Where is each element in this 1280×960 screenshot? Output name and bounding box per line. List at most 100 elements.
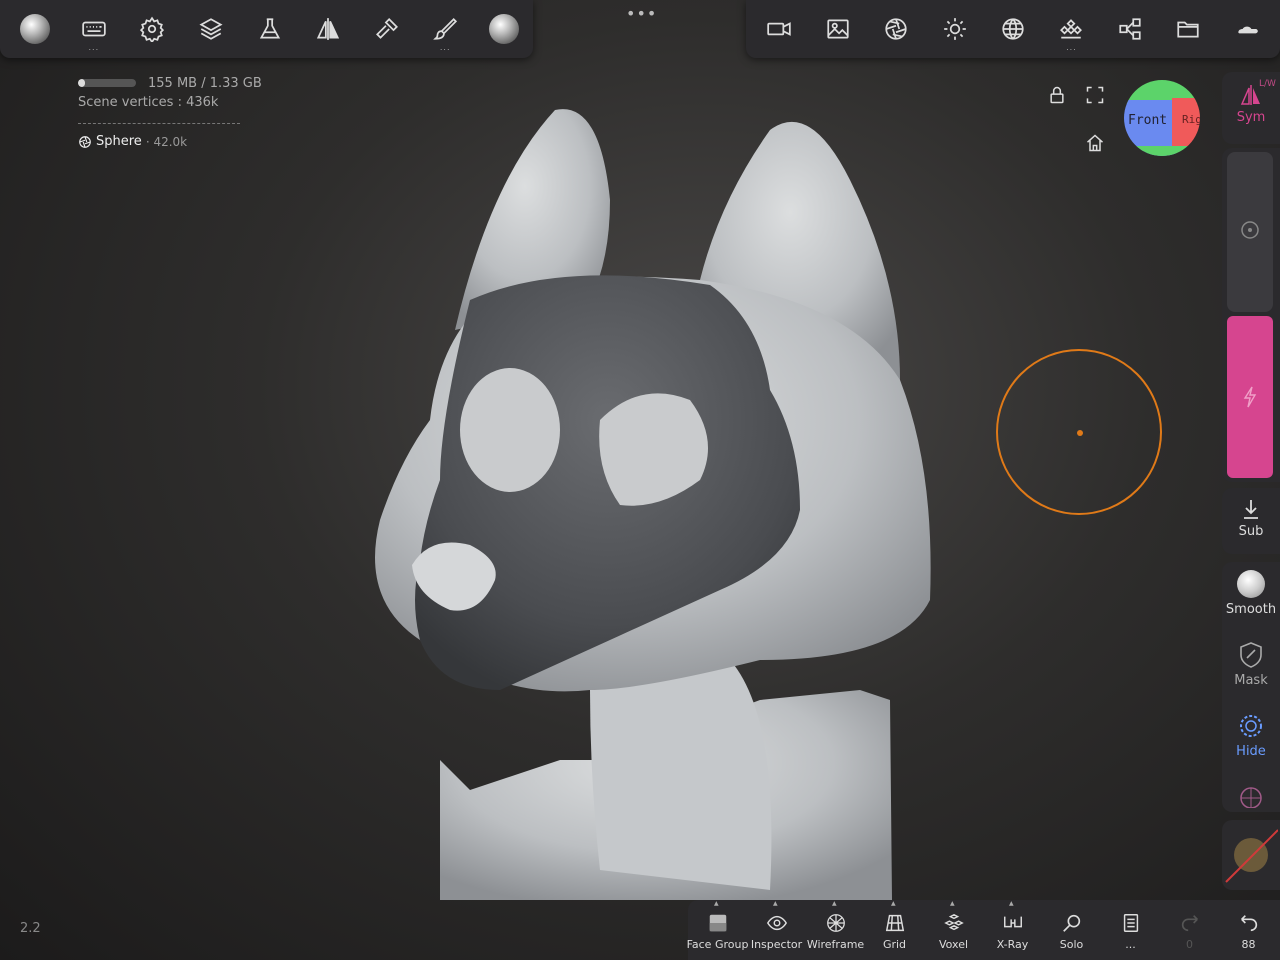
- inspector-button[interactable]: ▲ Inspector: [747, 900, 806, 960]
- lw-label[interactable]: L/W: [1259, 79, 1276, 89]
- memory-bar-fill: [78, 79, 85, 87]
- lightning-icon: [1243, 386, 1257, 408]
- grid-label: Grid: [882, 938, 907, 951]
- wireframe-button[interactable]: ▲ Wireframe: [806, 900, 865, 960]
- gizmo-bottom-face[interactable]: [1124, 146, 1200, 156]
- object-vertex-count: · 42.0k: [145, 134, 188, 149]
- next-tool-button[interactable]: [1222, 784, 1280, 808]
- intensity-slider[interactable]: [1227, 316, 1273, 478]
- bottom-toolbar: ▲ Face Group ▲ Inspector ▲ Wireframe ▲ G…: [686, 900, 1280, 960]
- voxel-button[interactable]: ▲ Voxel: [924, 900, 983, 960]
- flask-icon[interactable]: [240, 0, 299, 58]
- shield-icon: [1240, 642, 1262, 668]
- wireframe-label: Wireframe: [806, 938, 865, 951]
- separator: [78, 123, 240, 124]
- keyboard-icon[interactable]: ...: [65, 0, 124, 58]
- sculpt-model: [375, 109, 931, 900]
- hammer-icon[interactable]: [357, 0, 416, 58]
- smooth-label: Smooth: [1225, 602, 1277, 617]
- undo-button[interactable]: 88: [1219, 900, 1278, 960]
- mask-label: Mask: [1234, 673, 1268, 688]
- sub-label: Sub: [1238, 524, 1264, 539]
- mask-button[interactable]: Mask: [1222, 641, 1280, 688]
- redo-button[interactable]: 0: [1160, 900, 1219, 960]
- stack-icon[interactable]: ...: [1042, 0, 1100, 58]
- radius-icon: [1241, 221, 1259, 239]
- scene-vertices-value: 436k: [186, 95, 219, 110]
- memory-bar: [78, 79, 136, 87]
- symmetry-icon[interactable]: [299, 0, 358, 58]
- tool-preview-icon: [1240, 787, 1262, 808]
- radius-slider[interactable]: [1227, 152, 1273, 312]
- layers-icon[interactable]: [182, 0, 241, 58]
- face-group-icon: [709, 914, 726, 932]
- voxel-label: Voxel: [938, 938, 969, 951]
- glasses-icon: [1003, 916, 1022, 928]
- redo-count: 0: [1186, 938, 1193, 951]
- scene-vertices-label: Scene vertices :: [78, 95, 182, 110]
- lock-icon[interactable]: [1047, 85, 1067, 105]
- sym-button[interactable]: Sym: [1222, 84, 1280, 125]
- more-button[interactable]: ...: [1101, 900, 1160, 960]
- grid-icon: [885, 914, 904, 932]
- home-icon[interactable]: [1085, 133, 1105, 153]
- more-dots: ...: [439, 43, 451, 52]
- object-row[interactable]: Sphere · 42.0k: [78, 134, 262, 149]
- image-icon[interactable]: [808, 0, 866, 58]
- top-right-toolbar: ...: [746, 0, 1280, 58]
- fullscreen-icon[interactable]: [1085, 85, 1105, 105]
- gear-icon[interactable]: [123, 0, 182, 58]
- more-dots: ...: [88, 43, 100, 52]
- redo-icon: [1181, 915, 1198, 932]
- material-preview-icon: [1225, 829, 1278, 883]
- gizmo-front-label: Front: [1128, 113, 1168, 128]
- wireframe-icon: [826, 914, 845, 932]
- gizmo-right-label: Righ: [1182, 113, 1200, 126]
- camera-icon[interactable]: [750, 0, 808, 58]
- sculpt-tools-icon[interactable]: [6, 0, 65, 58]
- voxel-icon: [943, 913, 964, 931]
- solo-label: Solo: [1059, 938, 1084, 951]
- aperture-icon[interactable]: [867, 0, 925, 58]
- book-icon: [1123, 914, 1138, 932]
- more-dots: ...: [1066, 43, 1077, 52]
- globe-icon[interactable]: [984, 0, 1042, 58]
- magnifier-icon: [1062, 914, 1080, 932]
- material-sphere-icon[interactable]: [475, 0, 534, 58]
- smooth-brush-icon: [1237, 570, 1265, 598]
- xray-button[interactable]: ▲ X-Ray: [983, 900, 1042, 960]
- folder-icon[interactable]: [1159, 0, 1217, 58]
- scene-info: 155 MB / 1.33 GB Scene vertices : 436k S…: [78, 74, 262, 149]
- memory-row: 155 MB / 1.33 GB: [78, 74, 262, 92]
- smooth-button[interactable]: Smooth: [1222, 570, 1280, 617]
- paint-brush-icon[interactable]: ...: [416, 0, 475, 58]
- face-group-label: Face Group: [686, 938, 749, 951]
- hide-icon: [1240, 715, 1262, 737]
- grid-button[interactable]: ▲ Grid: [865, 900, 924, 960]
- object-name: Sphere: [96, 134, 142, 149]
- eye-icon: [766, 915, 787, 931]
- share-nodes-icon[interactable]: [1101, 0, 1159, 58]
- sun-icon[interactable]: [925, 0, 983, 58]
- top-left-toolbar: ... ...: [0, 0, 533, 58]
- xray-label: X-Ray: [996, 938, 1029, 951]
- cloud-icon[interactable]: [1218, 0, 1276, 58]
- inspector-label: Inspector: [750, 938, 803, 951]
- scene-vertices: Scene vertices : 436k: [78, 95, 262, 110]
- hide-button[interactable]: Hide: [1222, 712, 1280, 759]
- view-cube-gizmo[interactable]: Front Righ: [1124, 80, 1200, 156]
- solo-button[interactable]: Solo: [1042, 900, 1101, 960]
- hide-label: Hide: [1236, 744, 1266, 759]
- memory-text: 155 MB / 1.33 GB: [148, 75, 262, 91]
- version-label: 2.2: [20, 921, 41, 936]
- center-more-dots[interactable]: •••: [626, 4, 657, 23]
- aperture-icon: [79, 135, 91, 148]
- material-preview-button[interactable]: [1222, 826, 1280, 886]
- brush-cursor-center: [1077, 430, 1083, 436]
- undo-icon: [1240, 915, 1257, 932]
- face-group-button[interactable]: ▲ Face Group: [686, 900, 749, 960]
- sym-label: Sym: [1236, 110, 1266, 125]
- arrow-down-icon: [1244, 500, 1258, 519]
- sub-button[interactable]: Sub: [1222, 498, 1280, 539]
- undo-count: 88: [1241, 938, 1256, 951]
